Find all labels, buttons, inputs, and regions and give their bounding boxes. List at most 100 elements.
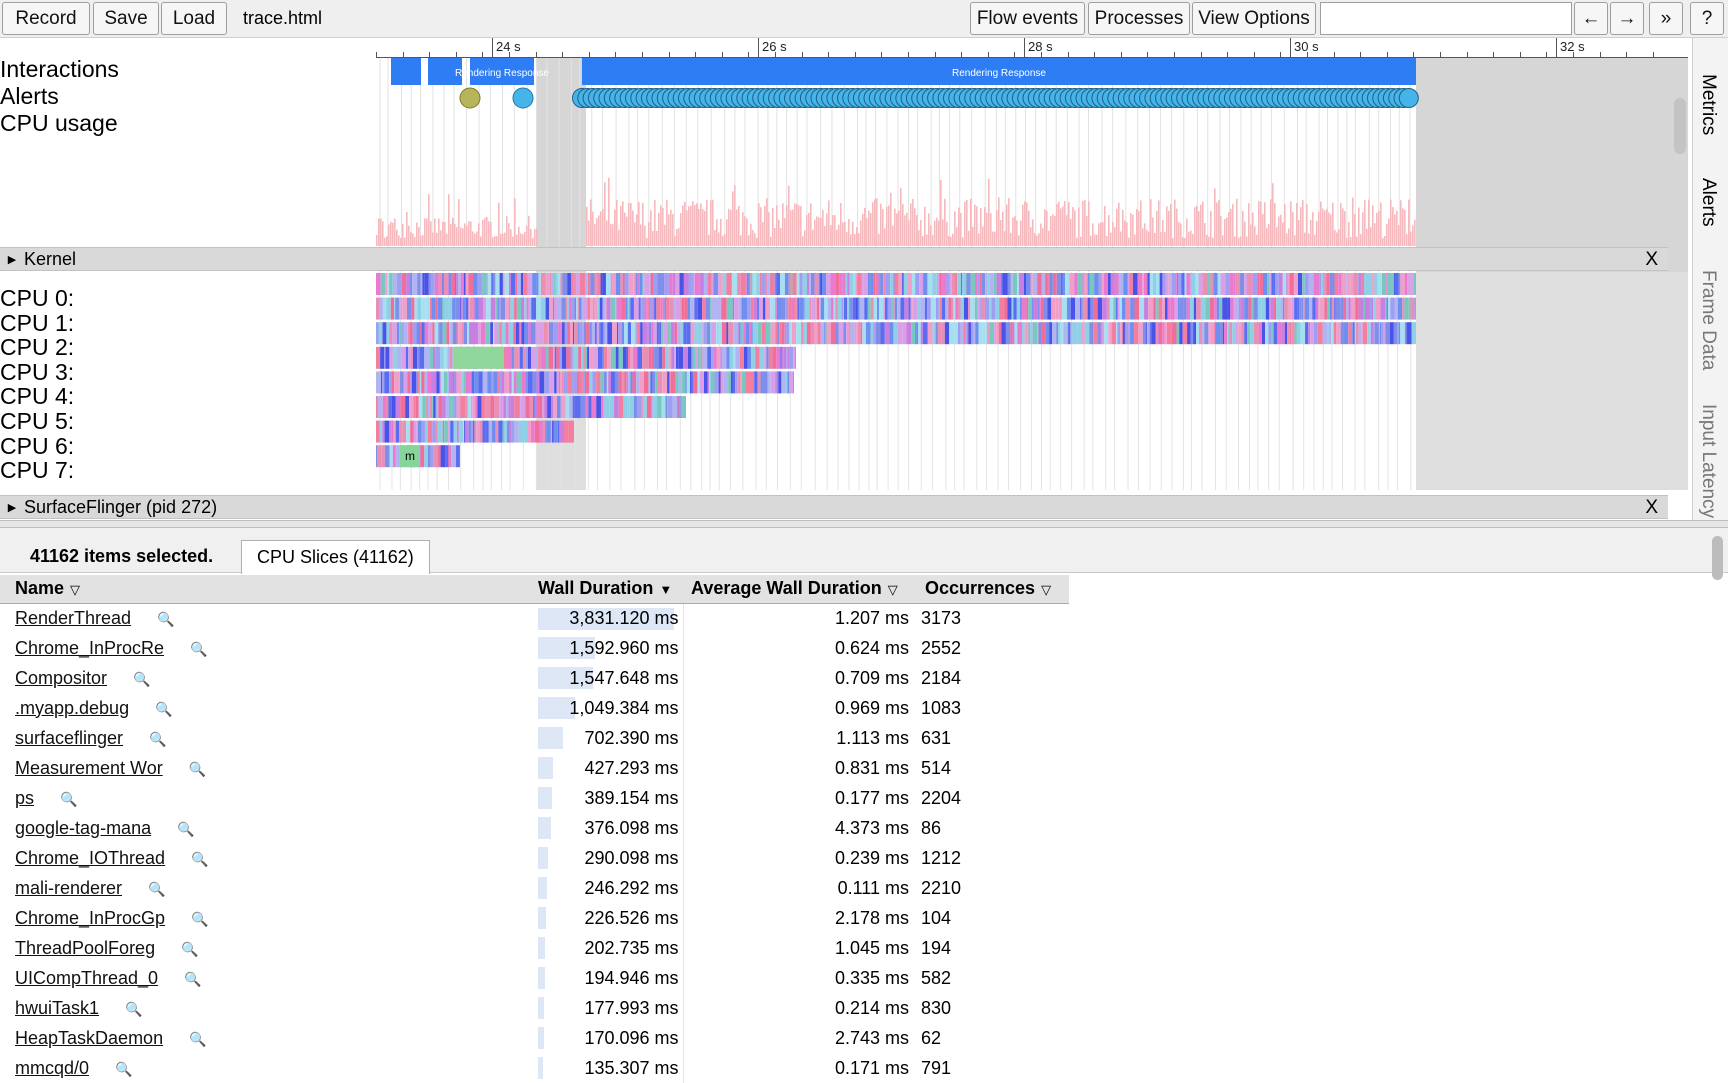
more-icon[interactable]: » [1649, 2, 1683, 35]
magnifier-icon[interactable]: 🔍 [148, 881, 165, 897]
thread-name-link[interactable]: ThreadPoolForeg [15, 938, 155, 958]
cpu-slice [775, 298, 777, 320]
side-tab-input-latency[interactable]: Input Latency [1697, 404, 1719, 518]
cpu-usage-bar [902, 204, 904, 246]
cpu-slice [1323, 322, 1327, 344]
view-options-button[interactable]: View Options [1192, 2, 1316, 35]
thread-name-link[interactable]: Compositor [15, 668, 107, 688]
table-row[interactable]: Measurement Wor🔍427.293 ms0.831 ms514 [0, 753, 1069, 783]
side-panel-tabs: Metrics Alerts Frame Data Input Latency [1692, 38, 1728, 520]
timeline-scrollbar[interactable] [1674, 98, 1686, 154]
cpu-slice [968, 298, 970, 320]
thread-name-link[interactable]: google-tag-mana [15, 818, 151, 838]
thread-name-link[interactable]: HeapTaskDaemon [15, 1028, 163, 1048]
table-row[interactable]: RenderThread🔍3,831.120 ms1.207 ms3173 [0, 603, 1069, 633]
side-tab-frame-data[interactable]: Frame Data [1697, 270, 1719, 370]
column-header-occurrences[interactable]: Occurrences▽ [919, 575, 1069, 603]
column-header-average-wall-duration[interactable]: Average Wall Duration▽ [683, 575, 919, 603]
thread-name-link[interactable]: Chrome_InProcRe [15, 638, 164, 658]
cpu-slice [574, 347, 578, 369]
panel-scrollbar[interactable] [1712, 536, 1723, 580]
thread-name-link[interactable]: mmcqd/0 [15, 1058, 89, 1078]
timeline-view[interactable]: 24 s26 s28 s30 s32 s Interactions Alerts… [0, 38, 1728, 520]
table-row[interactable]: mmcqd/0🔍135.307 ms0.171 ms791 [0, 1053, 1069, 1083]
cpu-slice [946, 273, 950, 295]
magnifier-icon[interactable]: 🔍 [189, 1031, 206, 1047]
wall-duration-cell: 226.526 ms [535, 903, 683, 933]
processes-button[interactable]: Processes [1088, 2, 1190, 35]
save-button[interactable]: Save [93, 2, 159, 35]
table-row[interactable]: google-tag-mana🔍376.098 ms4.373 ms86 [0, 813, 1069, 843]
table-row[interactable]: ps🔍389.154 ms0.177 ms2204 [0, 783, 1069, 813]
table-row[interactable]: ThreadPoolForeg🔍202.735 ms1.045 ms194 [0, 933, 1069, 963]
kernel-group-header[interactable]: ▶ Kernel X [0, 247, 1668, 271]
thread-name-link[interactable]: RenderThread [15, 608, 131, 628]
thread-name-link[interactable]: mali-renderer [15, 878, 122, 898]
table-row[interactable]: hwuiTask1🔍177.993 ms0.214 ms830 [0, 993, 1069, 1023]
cpu-usage-bar [792, 210, 794, 246]
magnifier-icon[interactable]: 🔍 [133, 671, 150, 687]
cpu-usage-bar [980, 208, 982, 246]
cpu-slice [762, 273, 766, 295]
panel-splitter[interactable] [0, 520, 1728, 528]
magnifier-icon[interactable]: 🔍 [60, 791, 77, 807]
thread-name-link[interactable]: Measurement Wor [15, 758, 163, 778]
cpu-usage-bar [592, 212, 594, 246]
column-header-wall-duration[interactable]: Wall Duration▼ [535, 575, 683, 603]
magnifier-icon[interactable]: 🔍 [149, 731, 166, 747]
cpu-slice [376, 445, 377, 467]
cpu-usage-bar [680, 213, 682, 246]
thread-name-link[interactable]: .myapp.debug [15, 698, 129, 718]
column-header-name[interactable]: Name▽ [0, 575, 535, 603]
flow-events-button[interactable]: Flow events [970, 2, 1085, 35]
cpu-slice [643, 322, 647, 344]
table-row[interactable]: mali-renderer🔍246.292 ms0.111 ms2210 [0, 873, 1069, 903]
wall-duration-value: 135.307 ms [584, 1058, 678, 1078]
cpu-lanes-plot[interactable]: m [376, 272, 1688, 490]
thread-name-link[interactable]: Chrome_InProcGp [15, 908, 165, 928]
table-row[interactable]: Chrome_InProcRe🔍1,592.960 ms0.624 ms2552 [0, 633, 1069, 663]
magnifier-icon[interactable]: 🔍 [184, 971, 201, 987]
tab-cpu-slices[interactable]: CPU Slices (41162) [241, 540, 430, 574]
magnifier-icon[interactable]: 🔍 [155, 701, 172, 717]
table-row[interactable]: Chrome_InProcGp🔍226.526 ms2.178 ms104 [0, 903, 1069, 933]
thread-name-link[interactable]: hwuiTask1 [15, 998, 99, 1018]
close-icon[interactable]: X [1645, 497, 1658, 519]
magnifier-icon[interactable]: 🔍 [125, 1001, 142, 1017]
magnifier-icon[interactable]: 🔍 [190, 641, 207, 657]
magnifier-icon[interactable]: 🔍 [189, 761, 206, 777]
table-row[interactable]: surfaceflinger🔍702.390 ms1.113 ms631 [0, 723, 1069, 753]
table-row[interactable]: .myapp.debug🔍1,049.384 ms0.969 ms1083 [0, 693, 1069, 723]
cpu-slice [1039, 298, 1041, 320]
magnifier-icon[interactable]: 🔍 [191, 851, 208, 867]
cpu-usage-bar [866, 218, 868, 246]
thread-name-link[interactable]: ps [15, 788, 34, 808]
cpu-usage-bar [496, 236, 498, 246]
expand-triangle-icon[interactable]: ▶ [0, 253, 24, 266]
side-tab-metrics[interactable]: Metrics [1697, 74, 1719, 135]
thread-name-link[interactable]: surfaceflinger [15, 728, 123, 748]
magnifier-icon[interactable]: 🔍 [181, 941, 198, 957]
magnifier-icon[interactable]: 🔍 [177, 821, 194, 837]
expand-triangle-icon[interactable]: ▶ [0, 501, 24, 514]
magnifier-icon[interactable]: 🔍 [157, 611, 174, 627]
search-input[interactable] [1320, 2, 1572, 35]
thread-name-link[interactable]: Chrome_IOThread [15, 848, 165, 868]
side-tab-alerts[interactable]: Alerts [1697, 178, 1719, 227]
table-row[interactable]: Compositor🔍1,547.648 ms0.709 ms2184 [0, 663, 1069, 693]
thread-name-link[interactable]: UICompThread_0 [15, 968, 158, 988]
help-button[interactable]: ? [1690, 2, 1724, 35]
time-ruler[interactable]: 24 s26 s28 s30 s32 s [376, 38, 1688, 58]
load-button[interactable]: Load [161, 2, 227, 35]
close-icon[interactable]: X [1645, 249, 1658, 271]
magnifier-icon[interactable]: 🔍 [191, 911, 208, 927]
nav-forward-icon[interactable]: → [1610, 2, 1644, 35]
table-row[interactable]: HeapTaskDaemon🔍170.096 ms2.743 ms62 [0, 1023, 1069, 1053]
table-row[interactable]: Chrome_IOThread🔍290.098 ms0.239 ms1212 [0, 843, 1069, 873]
record-button[interactable]: Record [2, 2, 90, 35]
surfaceflinger-group-header[interactable]: ▶ SurfaceFlinger (pid 272) X [0, 495, 1668, 519]
nav-back-icon[interactable]: ← [1574, 2, 1608, 35]
cpu-slice [520, 396, 525, 418]
table-row[interactable]: UICompThread_0🔍194.946 ms0.335 ms582 [0, 963, 1069, 993]
magnifier-icon[interactable]: 🔍 [115, 1061, 132, 1077]
